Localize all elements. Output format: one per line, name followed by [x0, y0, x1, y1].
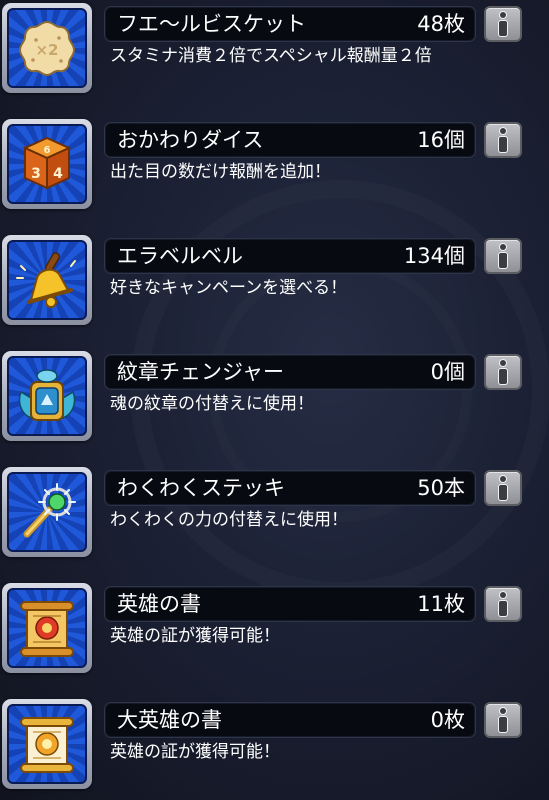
wand-icon: [7, 472, 87, 552]
item-description: 魂の紋章の付替えに使用！: [110, 394, 314, 414]
biscuit-icon: ×2: [7, 8, 87, 88]
item-count: 134個: [403, 244, 465, 268]
dice-face-right: 4: [53, 166, 63, 182]
info-button[interactable]: [484, 470, 522, 506]
item-count: 0個: [430, 360, 465, 384]
item-description: スタミナ消費２倍でスペシャル報酬量２倍: [110, 46, 432, 66]
item-name-bar: フエ〜ルビスケット 48枚: [104, 6, 476, 42]
info-icon: [498, 360, 508, 384]
bell-icon: [7, 240, 87, 320]
item-name: 紋章チェンジャー: [117, 360, 284, 384]
item-description: わくわくの力の付替えに使用！: [110, 510, 348, 530]
item-row-bell[interactable]: エラベルベル 134個 好きなキャンペーンを選べる！: [0, 232, 549, 328]
item-count: 16個: [417, 128, 465, 152]
info-button[interactable]: [484, 122, 522, 158]
item-description: 英雄の証が獲得可能！: [110, 742, 280, 762]
item-name: わくわくステッキ: [117, 476, 285, 500]
great-hero-scroll-icon: [7, 704, 87, 784]
info-icon: [498, 244, 508, 268]
item-name-bar: エラベルベル 134個: [104, 238, 476, 274]
info-button[interactable]: [484, 702, 522, 738]
emblem-changer-icon: [7, 356, 87, 436]
item-icon-frame: 6 3 4: [2, 119, 92, 209]
info-icon: [498, 12, 508, 36]
biscuit-mark: ×2: [35, 41, 58, 59]
dice-face-left: 3: [31, 166, 41, 182]
item-description: 英雄の証が獲得可能！: [110, 626, 280, 646]
info-icon: [498, 476, 508, 500]
item-description: 出た目の数だけ報酬を追加！: [110, 162, 331, 182]
info-icon: [498, 708, 508, 732]
item-name-bar: わくわくステッキ 50本: [104, 470, 476, 506]
item-row-biscuit[interactable]: ×2 フエ〜ルビスケット 48枚 スタミナ消費２倍でスペシャル報酬量２倍: [0, 0, 549, 96]
item-name: フエ〜ルビスケット: [117, 12, 306, 36]
item-name: おかわりダイス: [117, 128, 264, 152]
item-count: 0枚: [430, 708, 465, 732]
item-row-hero-scroll[interactable]: 英雄の書 11枚 英雄の証が獲得可能！: [0, 580, 549, 676]
item-icon-frame: [2, 351, 92, 441]
item-icon-frame: ×2: [2, 3, 92, 93]
info-icon: [498, 128, 508, 152]
info-icon: [498, 592, 508, 616]
item-name: 大英雄の書: [117, 708, 222, 732]
item-icon-frame: [2, 583, 92, 673]
item-row-emblem-changer[interactable]: 紋章チェンジャー 0個 魂の紋章の付替えに使用！: [0, 348, 549, 444]
item-count: 11枚: [417, 592, 465, 616]
item-name-bar: 紋章チェンジャー 0個: [104, 354, 476, 390]
item-name-bar: 英雄の書 11枚: [104, 586, 476, 622]
dice-face-top: 6: [44, 145, 51, 156]
item-name: 英雄の書: [117, 592, 201, 616]
info-button[interactable]: [484, 6, 522, 42]
hero-scroll-icon: [7, 588, 87, 668]
info-button[interactable]: [484, 354, 522, 390]
item-name-bar: 大英雄の書 0枚: [104, 702, 476, 738]
item-icon-frame: [2, 699, 92, 789]
dice-icon: 6 3 4: [7, 124, 87, 204]
item-name-bar: おかわりダイス 16個: [104, 122, 476, 158]
info-button[interactable]: [484, 238, 522, 274]
item-icon-frame: [2, 235, 92, 325]
item-count: 48枚: [417, 12, 465, 36]
item-name: エラベルベル: [117, 244, 243, 268]
item-icon-frame: [2, 467, 92, 557]
item-row-dice[interactable]: 6 3 4 おかわりダイス 16個 出た目の数だけ報酬を追加！: [0, 116, 549, 212]
info-button[interactable]: [484, 586, 522, 622]
item-row-great-hero-scroll[interactable]: 大英雄の書 0枚 英雄の証が獲得可能！: [0, 696, 549, 792]
item-description: 好きなキャンペーンを選べる！: [110, 278, 348, 298]
item-row-wand[interactable]: わくわくステッキ 50本 わくわくの力の付替えに使用！: [0, 464, 549, 560]
item-count: 50本: [417, 476, 465, 500]
